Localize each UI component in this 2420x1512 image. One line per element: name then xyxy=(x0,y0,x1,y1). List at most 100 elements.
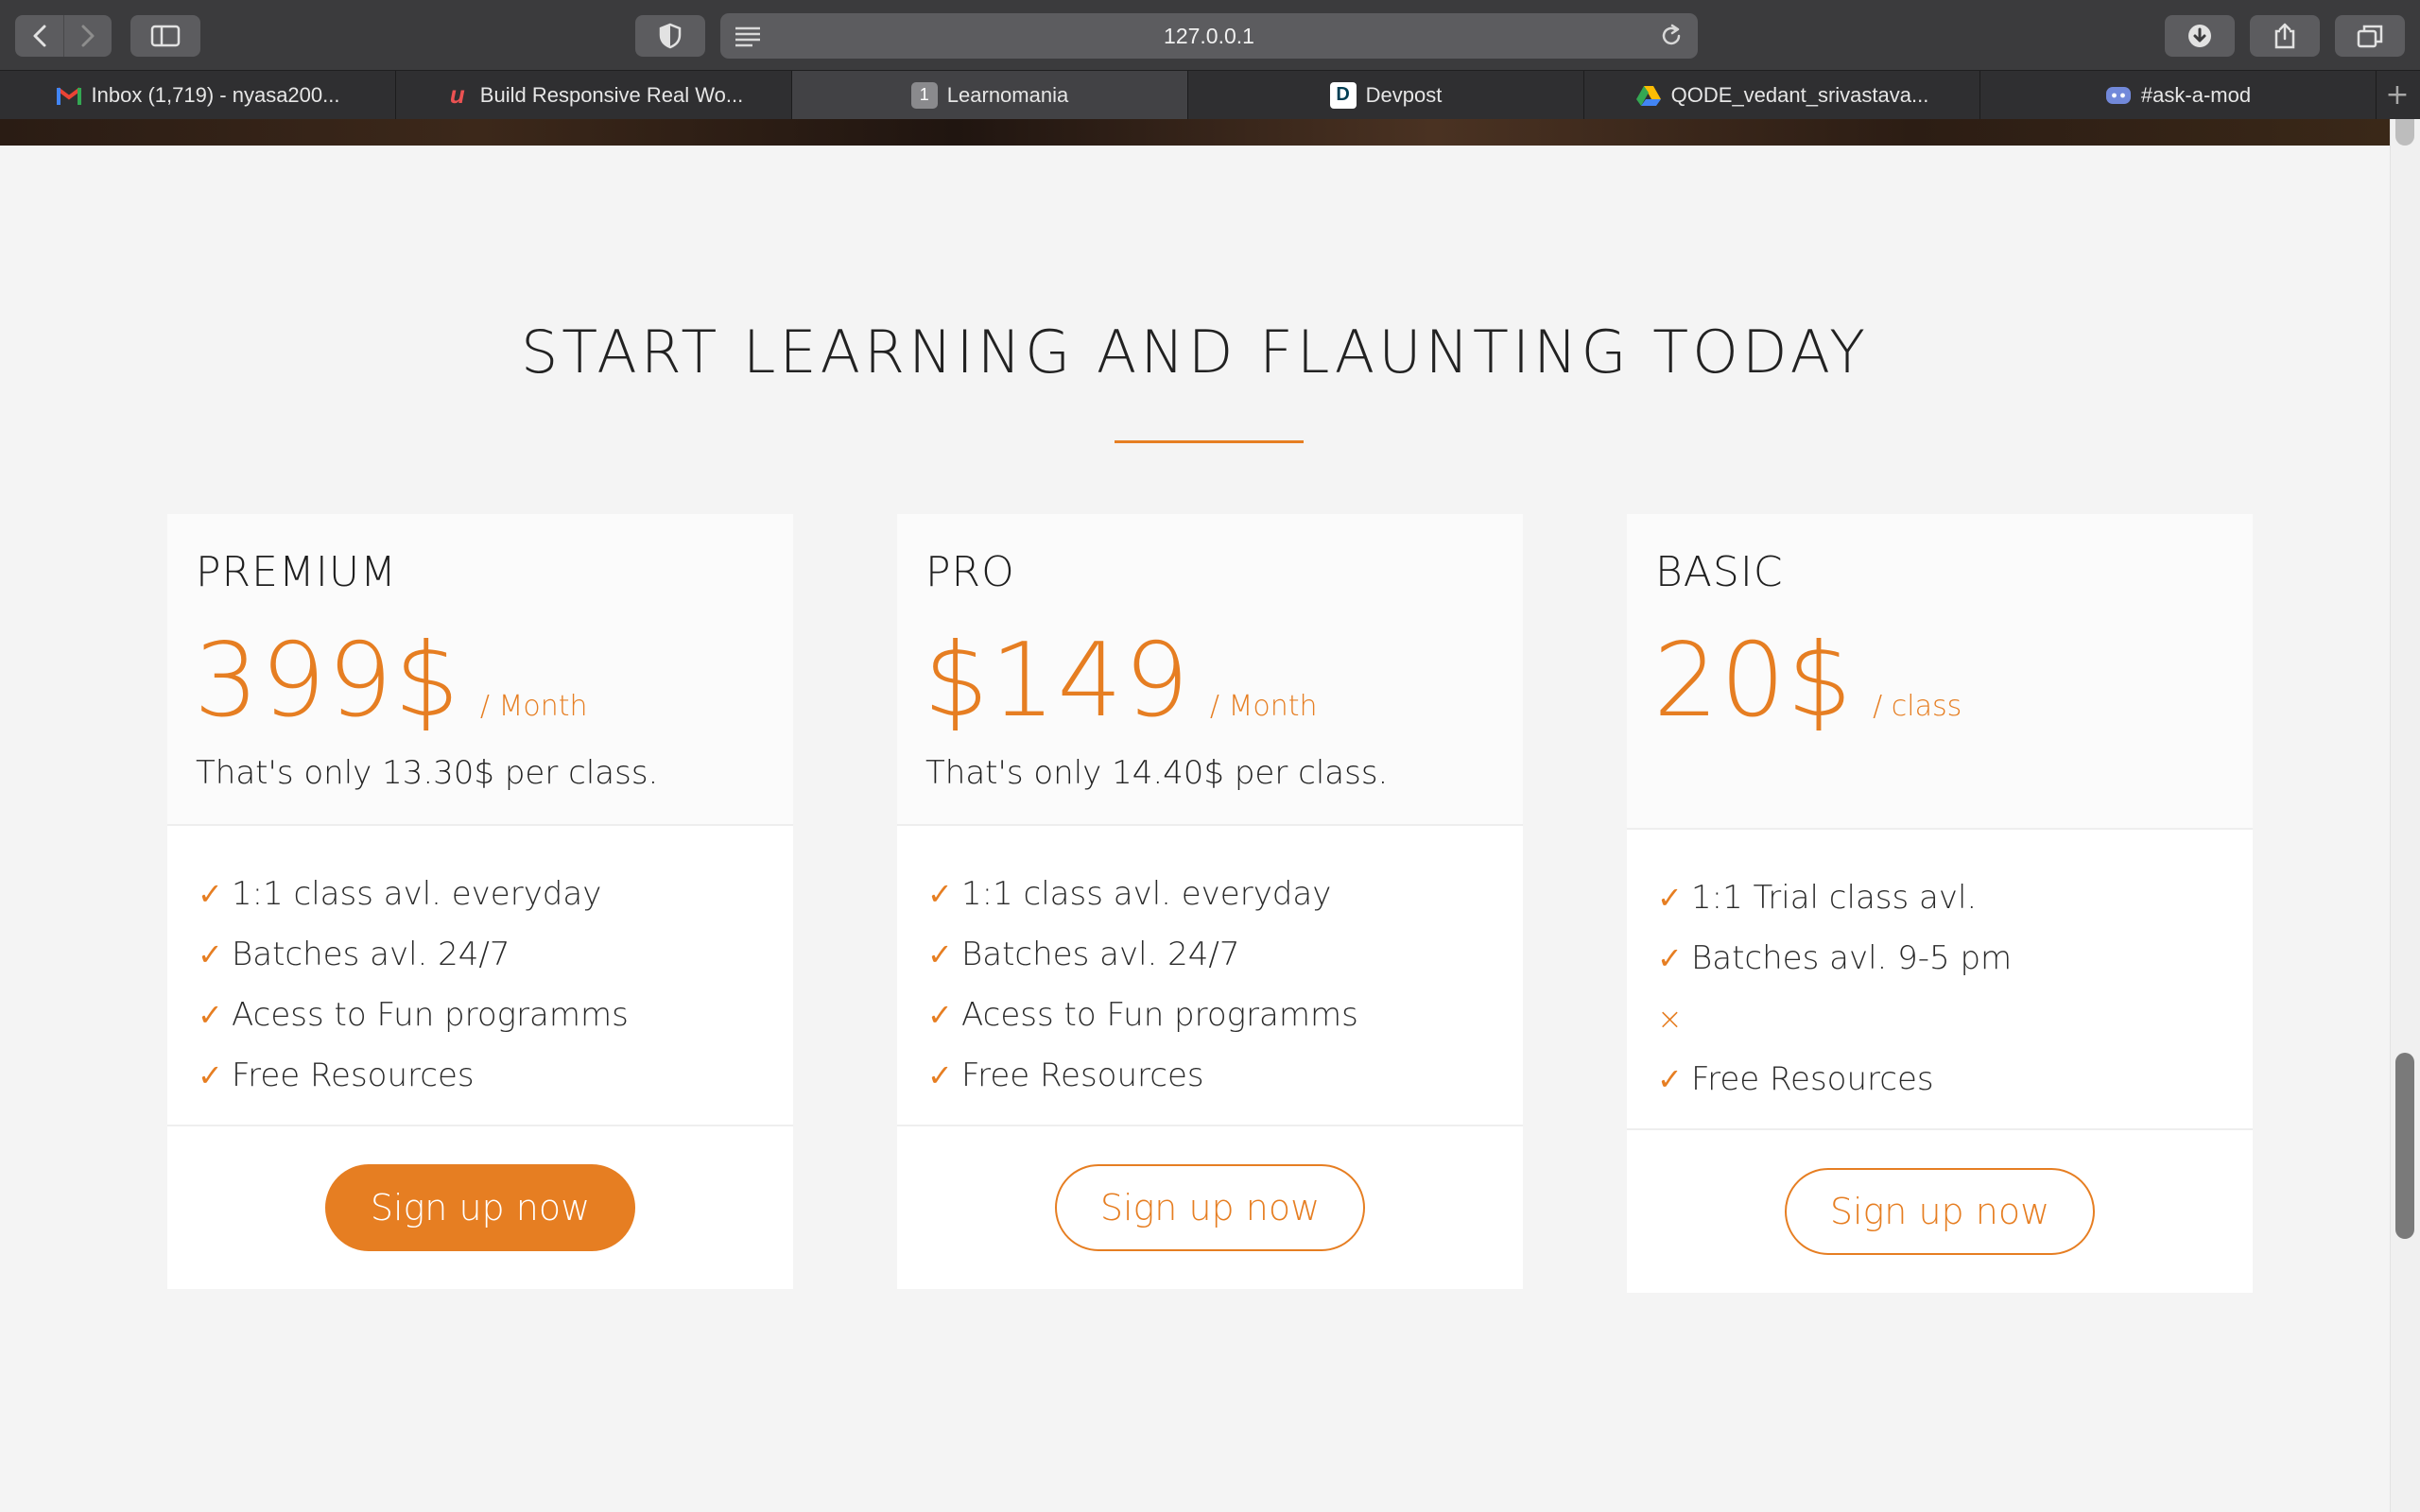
tab-discord[interactable]: #ask-a-mod xyxy=(1980,71,2377,119)
feature-text: Batches avl. 24/7 xyxy=(232,936,510,973)
gmail-icon xyxy=(56,82,82,109)
check-icon: ✓ xyxy=(198,997,223,1033)
tab-devpost[interactable]: D Devpost xyxy=(1188,71,1584,119)
url-text: 127.0.0.1 xyxy=(1164,24,1254,48)
scrollbar-top-cap xyxy=(2395,119,2414,146)
check-icon: ✓ xyxy=(198,876,223,912)
scrollbar-track[interactable] xyxy=(2390,119,2420,1512)
feature-item: ✓ 1:1 Trial class avl. xyxy=(1657,868,2253,928)
browser-toolbar: 127.0.0.1 xyxy=(0,0,2420,70)
feature-item: ✓ Free Resources xyxy=(1657,1049,2253,1109)
price-amount: 20$ xyxy=(1653,622,1855,740)
back-button[interactable] xyxy=(15,15,63,57)
plan-footer: Sign up now xyxy=(897,1126,1523,1289)
plan-footer: Sign up now xyxy=(167,1126,793,1289)
plan-note: That's only 14.40$ per class. xyxy=(925,754,1389,792)
share-button[interactable] xyxy=(2250,15,2320,57)
shield-icon xyxy=(659,23,682,49)
downloads-button[interactable] xyxy=(2165,15,2235,57)
plan-features: ✓ 1:1 Trial class avl. ✓ Batches avl. 9-5 … xyxy=(1627,830,2253,1130)
new-tab-button[interactable]: + xyxy=(2375,71,2420,119)
reload-icon[interactable] xyxy=(1658,23,1685,49)
price-amount: $149 xyxy=(924,622,1191,740)
chevron-left-icon xyxy=(33,25,45,47)
signup-button-premium[interactable]: Sign up now xyxy=(325,1164,635,1251)
signup-button-pro[interactable]: Sign up now xyxy=(1055,1164,1365,1251)
tab-title: QODE_vedant_srivastava... xyxy=(1670,82,1929,107)
feature-item: ✓ Batches avl. 24/7 xyxy=(198,924,793,985)
feature-text: Free Resources xyxy=(961,1057,1204,1094)
tab-udemy[interactable]: u Build Responsive Real Wo... xyxy=(396,71,792,119)
plan-card-pro: PRO $149 / Month That's only 14.40$ per c… xyxy=(897,514,1523,1289)
feature-item: × xyxy=(1657,988,2253,1049)
check-icon: ✓ xyxy=(198,936,223,972)
plan-name: PRO xyxy=(925,548,1015,596)
tab-overview-button[interactable] xyxy=(2335,15,2405,57)
tabs-icon xyxy=(2357,25,2383,48)
plan-card-premium: PREMIUM 399$ / Month That's only 13.30$ p… xyxy=(167,514,793,1289)
plan-name: PREMIUM xyxy=(196,548,398,596)
feature-item: ✓ Batches avl. 24/7 xyxy=(927,924,1523,985)
feature-item: ✓ 1:1 class avl. everyday xyxy=(198,864,793,924)
feature-item: ✓ 1:1 class avl. everyday xyxy=(927,864,1523,924)
tab-title: Learnomania xyxy=(946,82,1069,107)
feature-text: 1:1 class avl. everyday xyxy=(961,875,1332,913)
check-icon: ✓ xyxy=(1657,880,1683,916)
plan-price: 20$ / class xyxy=(1653,622,1962,740)
feature-text: Acess to Fun programms xyxy=(961,996,1358,1034)
plan-header: BASIC 20$ / class xyxy=(1627,514,2253,830)
cross-icon: × xyxy=(1657,1001,1683,1037)
price-amount: 399$ xyxy=(194,622,461,740)
forward-button[interactable] xyxy=(63,15,112,57)
check-icon: ✓ xyxy=(1657,940,1683,976)
feature-item: ✓ Free Resources xyxy=(198,1045,793,1106)
feature-text: Acess to Fun programms xyxy=(232,996,629,1034)
google-drive-icon xyxy=(1635,82,1662,109)
price-period: / Month xyxy=(1209,690,1318,723)
feature-text: Free Resources xyxy=(1691,1060,1934,1098)
feature-text: 1:1 Trial class avl. xyxy=(1691,879,1978,917)
tab-bar: Inbox (1,719) - nyasa200... u Build Resp… xyxy=(0,70,2420,119)
plan-features: ✓ 1:1 class avl. everyday ✓ Batches avl. 2… xyxy=(897,826,1523,1126)
title-divider xyxy=(1115,440,1304,443)
address-bar[interactable]: 127.0.0.1 xyxy=(720,13,1698,59)
check-icon: ✓ xyxy=(198,1057,223,1093)
plan-header: PREMIUM 399$ / Month That's only 13.30$ p… xyxy=(167,514,793,826)
plan-price: 399$ / Month xyxy=(194,622,588,740)
check-icon: ✓ xyxy=(927,936,953,972)
tab-learnomania[interactable]: 1 Learnomania xyxy=(792,71,1188,119)
check-icon: ✓ xyxy=(927,876,953,912)
plus-icon: + xyxy=(2385,78,2410,112)
nav-buttons xyxy=(15,15,112,57)
feature-text: Batches avl. 9-5 pm xyxy=(1691,939,2013,977)
download-icon xyxy=(2188,25,2211,47)
hero-image-edge xyxy=(0,119,2390,146)
tab-title: Build Responsive Real Wo... xyxy=(479,82,744,107)
price-period: / Month xyxy=(479,690,588,723)
plan-header: PRO $149 / Month That's only 14.40$ per c… xyxy=(897,514,1523,826)
plan-price: $149 / Month xyxy=(924,622,1318,740)
feature-item: ✓ Free Resources xyxy=(927,1045,1523,1106)
plan-card-basic: BASIC 20$ / class ✓ 1:1 Trial class avl. ✓… xyxy=(1627,514,2253,1293)
price-period: / class xyxy=(1873,690,1962,723)
feature-item: ✓ Batches avl. 9-5 pm xyxy=(1657,928,2253,988)
plan-note: That's only 13.30$ per class. xyxy=(196,754,659,792)
tab-title: Inbox (1,719) - nyasa200... xyxy=(91,82,340,107)
tab-google-drive[interactable]: QODE_vedant_srivastava... xyxy=(1584,71,1980,119)
plan-features: ✓ 1:1 class avl. everyday ✓ Batches avl. 2… xyxy=(167,826,793,1126)
discord-icon xyxy=(2105,82,2132,109)
tab-number-icon: 1 xyxy=(910,81,938,109)
privacy-shield-button[interactable] xyxy=(635,15,705,57)
sidebar-icon xyxy=(150,25,181,47)
udemy-icon: u xyxy=(449,80,465,109)
tab-gmail[interactable]: Inbox (1,719) - nyasa200... xyxy=(0,71,396,119)
scrollbar-thumb[interactable] xyxy=(2395,1053,2414,1239)
sidebar-toggle-button[interactable] xyxy=(130,15,200,57)
tab-title: #ask-a-mod xyxy=(2140,82,2252,107)
tab-title: Devpost xyxy=(1365,82,1443,107)
signup-button-basic[interactable]: Sign up now xyxy=(1785,1168,2095,1255)
devpost-icon: D xyxy=(1329,81,1357,109)
feature-text: Free Resources xyxy=(232,1057,475,1094)
check-icon: ✓ xyxy=(1657,1061,1683,1097)
feature-text: 1:1 class avl. everyday xyxy=(232,875,602,913)
